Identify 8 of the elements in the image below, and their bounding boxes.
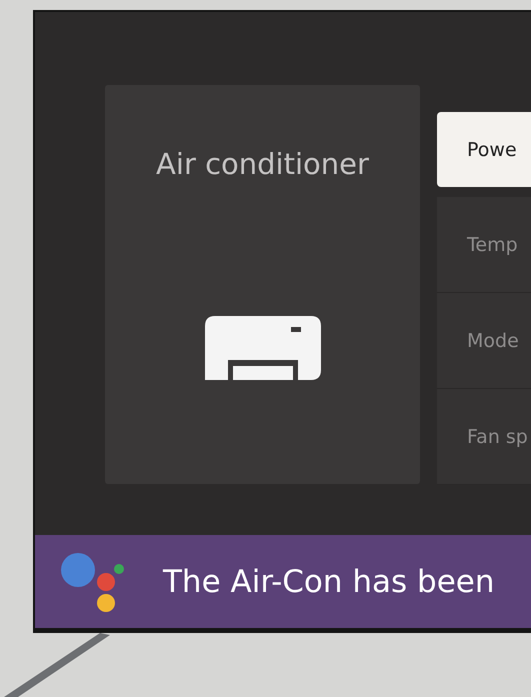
menu-item[interactable]: Temp	[437, 197, 531, 293]
device-card[interactable]: Air conditioner	[105, 85, 420, 484]
menu-item[interactable]: Mode	[437, 293, 531, 389]
menu-item[interactable]: Fan sp	[437, 389, 531, 485]
air-conditioner-icon	[204, 316, 320, 380]
device-title: Air conditioner	[156, 147, 369, 181]
menu-item[interactable]: Powe	[437, 112, 531, 187]
assistant-message: The Air-Con has been	[163, 564, 495, 600]
